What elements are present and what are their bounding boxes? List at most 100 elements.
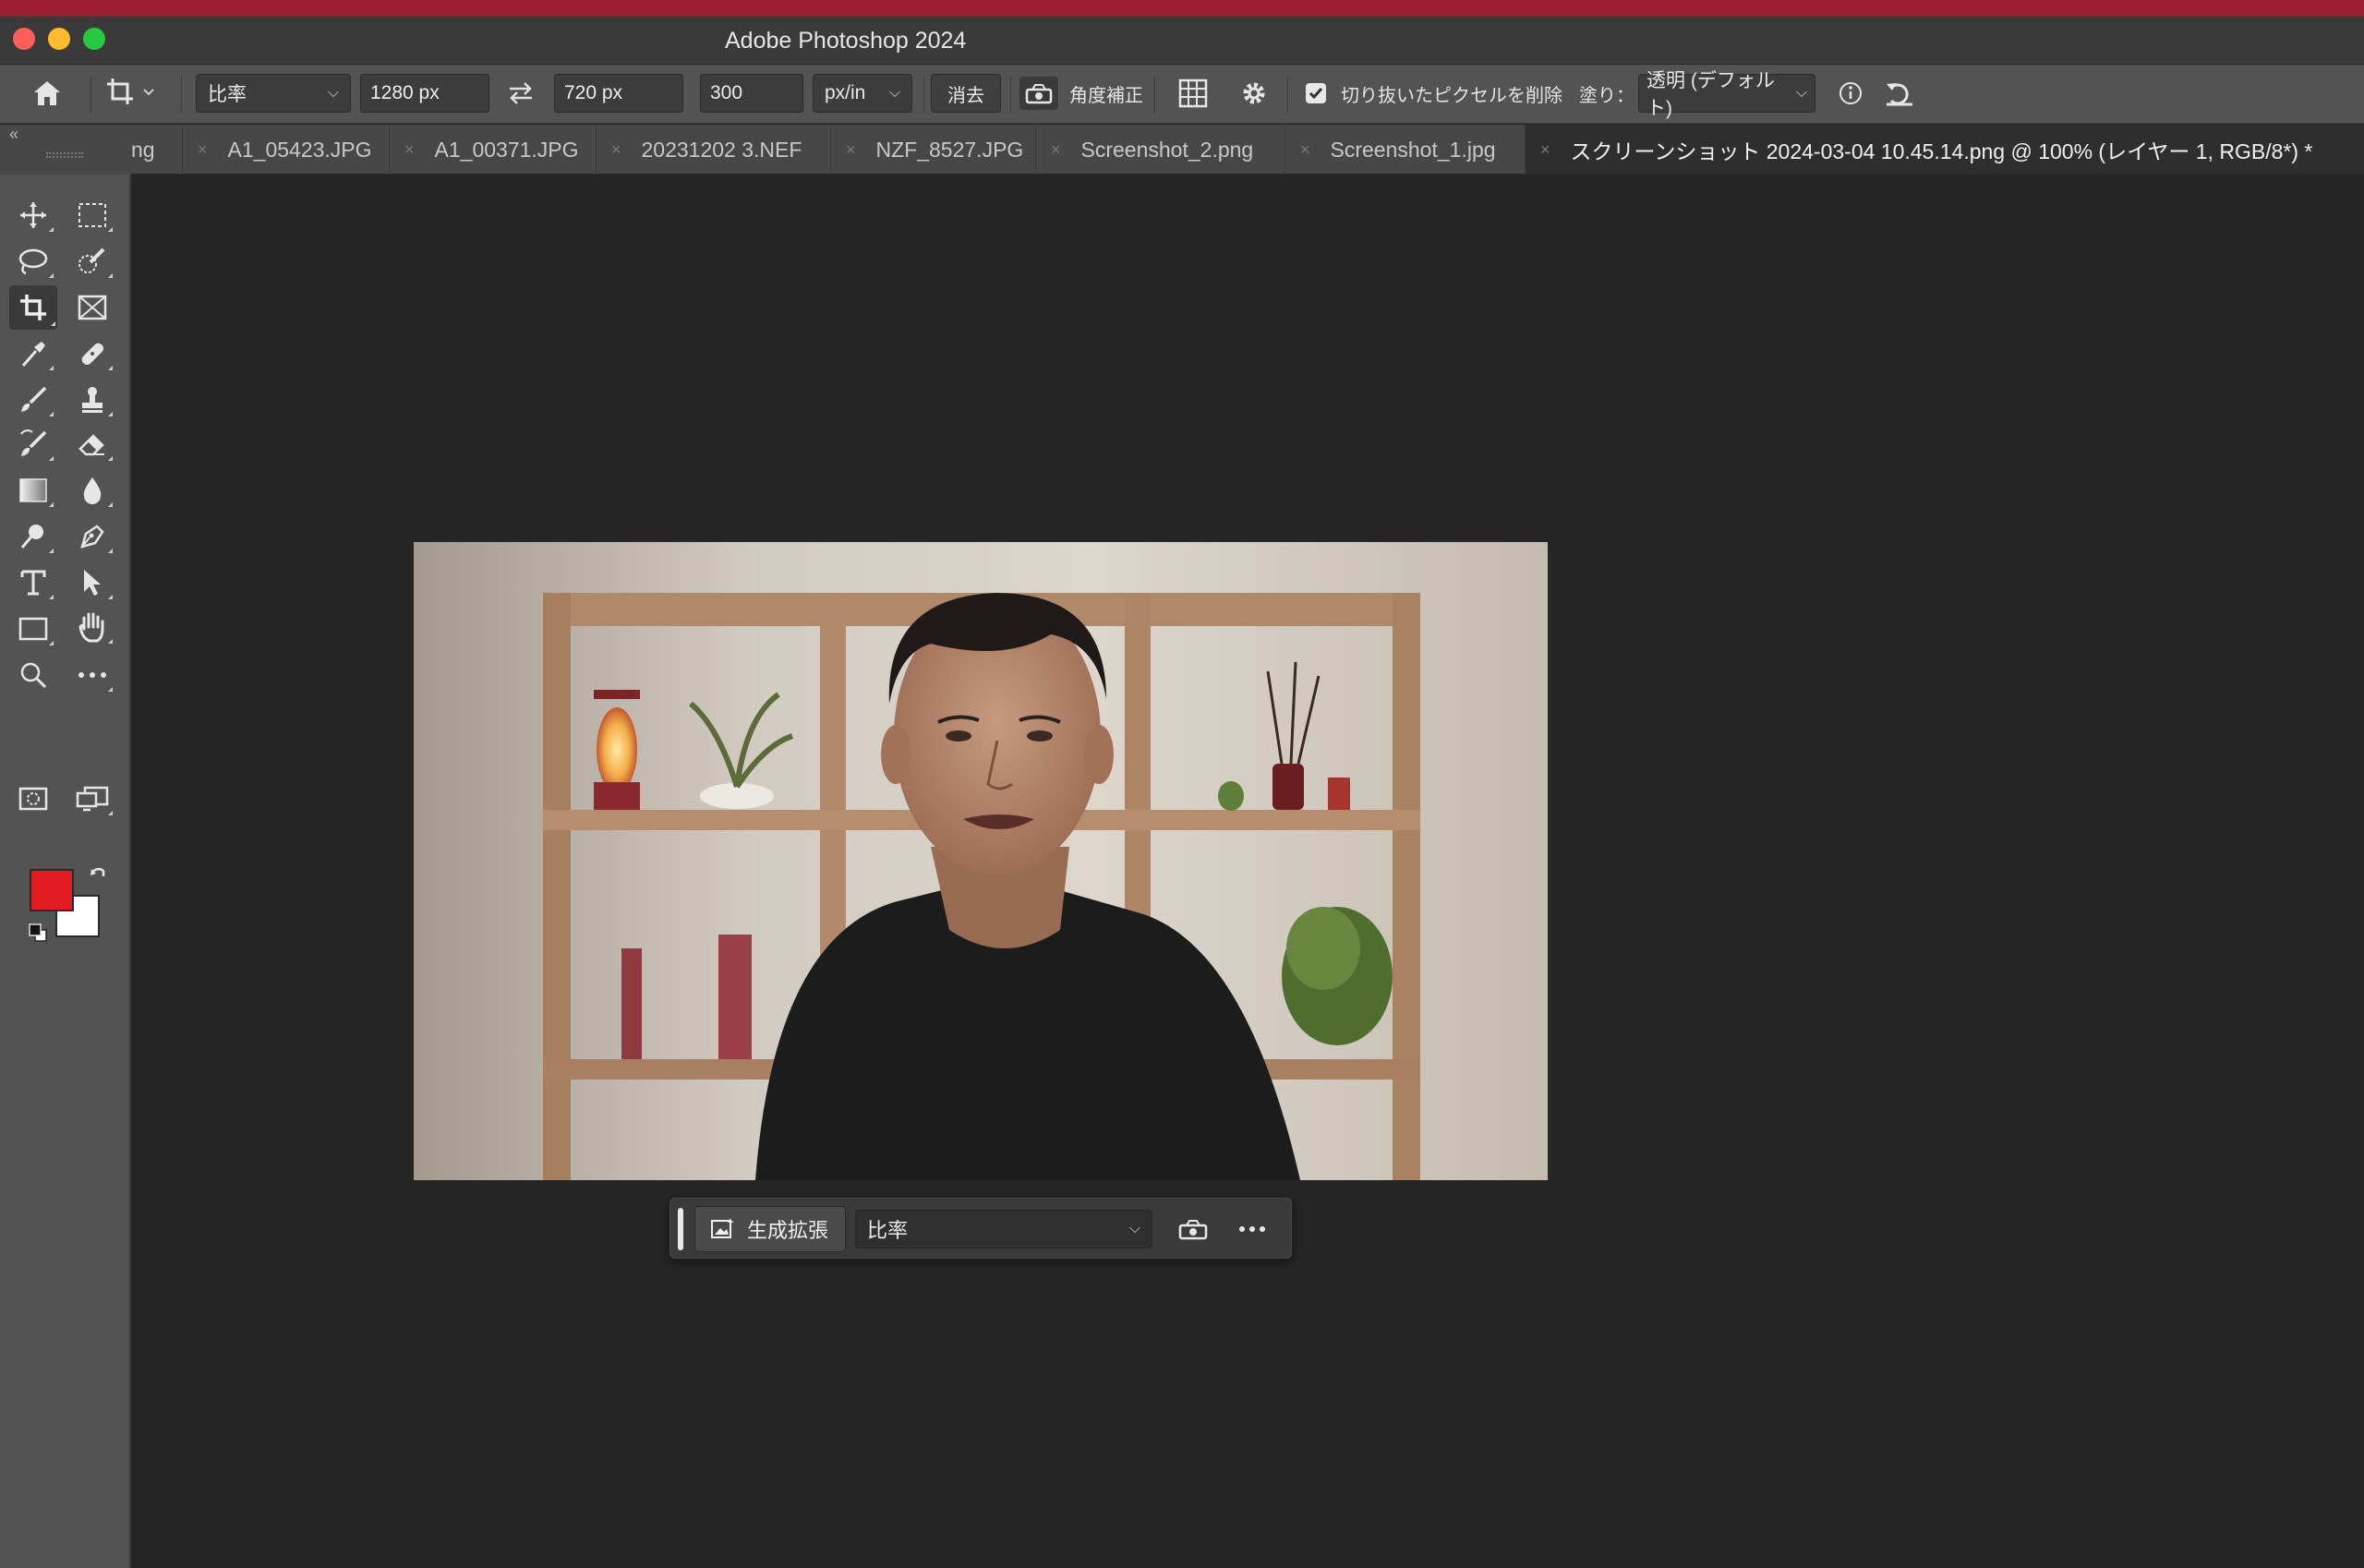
tab-ng[interactable]: ng: [131, 125, 183, 175]
tab-screenshot-2[interactable]: × Screenshot_2.png: [1036, 125, 1285, 175]
chevron-down-icon: ⌵: [1795, 85, 1807, 101]
more-dots-icon: [78, 672, 106, 678]
default-colors-icon[interactable]: [28, 923, 48, 943]
chevron-down-icon: ⌵: [327, 85, 339, 101]
contextual-task-bar: 生成拡張 比率 ⌵: [669, 1198, 1292, 1259]
close-tab-icon[interactable]: ×: [404, 140, 415, 160]
chevron-down-icon: ⌵: [1128, 1221, 1140, 1236]
eyedropper-icon: [21, 342, 45, 367]
tab-active-screenshot[interactable]: × スクリーンショット 2024-03-04 10.45.14.png @ 10…: [1526, 125, 2364, 175]
screen-mode-button[interactable]: [70, 778, 115, 819]
tab-label: 20231202 3.NEF: [641, 137, 802, 162]
move-tool[interactable]: [11, 195, 55, 235]
dodge-tool[interactable]: [11, 516, 55, 557]
move-icon: [20, 202, 46, 228]
resolution-unit-value: px/in: [825, 82, 866, 103]
tools-panel: [0, 175, 131, 1568]
straighten-button[interactable]: 角度補正: [1019, 74, 1143, 113]
resolution-unit-select[interactable]: px/in ⌵: [813, 74, 912, 113]
home-icon[interactable]: [31, 74, 63, 113]
title-bar: Adobe Photoshop 2024: [0, 17, 2364, 65]
close-tab-icon[interactable]: ×: [611, 140, 621, 160]
minimize-window-button[interactable]: [48, 28, 70, 50]
generative-expand-icon: [711, 1218, 734, 1238]
frame-tool[interactable]: [70, 287, 115, 328]
path-selection-tool[interactable]: [70, 562, 115, 603]
type-tool[interactable]: [11, 562, 55, 603]
fill-select-value: 透明 (デフォルト): [1646, 70, 1775, 119]
clear-button[interactable]: 消去: [931, 74, 1001, 113]
gradient-tool[interactable]: [11, 470, 55, 511]
tab-label: A1_05423.JPG: [227, 137, 372, 162]
fill-select[interactable]: 透明 (デフォルト) ⌵: [1638, 70, 1815, 119]
quick-mask-button[interactable]: [11, 778, 55, 819]
blur-tool[interactable]: [70, 470, 115, 511]
gear-icon[interactable]: [1237, 74, 1271, 113]
crop-tool[interactable]: [9, 285, 57, 330]
hand-tool[interactable]: [70, 607, 115, 647]
rectangle-tool[interactable]: [11, 609, 55, 649]
zoom-window-button[interactable]: [83, 28, 105, 50]
taskbar-ratio-select[interactable]: 比率 ⌵: [855, 1210, 1152, 1248]
clone-stamp-tool[interactable]: [70, 380, 115, 420]
document-tabs: ng × A1_05423.JPG × A1_00371.JPG × 20231…: [131, 125, 2364, 175]
bandage-icon: [81, 343, 104, 366]
resolution-field[interactable]: 300: [700, 74, 803, 113]
toolbar-grip[interactable]: [46, 152, 83, 158]
eyedropper-tool[interactable]: [11, 333, 55, 374]
info-icon[interactable]: [1838, 74, 1863, 113]
overlay-grid-icon[interactable]: [1176, 74, 1210, 113]
collapse-toolbar-icon[interactable]: ‹‹: [9, 125, 18, 144]
tab-label: Screenshot_1.jpg: [1330, 137, 1496, 162]
taskbar-ratio-value: 比率: [867, 1219, 909, 1242]
history-brush-tool[interactable]: [11, 424, 55, 464]
crop-ratio-value: 比率: [208, 84, 247, 105]
marquee-tool[interactable]: [70, 195, 115, 235]
close-tab-icon[interactable]: ×: [846, 140, 856, 160]
eraser-tool[interactable]: [70, 424, 115, 464]
pen-tool[interactable]: [70, 516, 115, 557]
tab-nzf-8527[interactable]: × NZF_8527.JPG: [831, 125, 1036, 175]
quick-selection-tool[interactable]: [70, 241, 115, 282]
generative-expand-button[interactable]: 生成拡張: [694, 1206, 846, 1252]
crop-width-field[interactable]: 1280 px: [360, 74, 489, 113]
crop-tool-preset-icon[interactable]: [105, 74, 161, 113]
delete-cropped-label: 切り抜いたピクセルを削除: [1341, 85, 1562, 106]
close-tab-icon[interactable]: ×: [1300, 140, 1310, 160]
taskbar-drag-handle[interactable]: [678, 1208, 683, 1250]
quick-selection-icon: [78, 247, 105, 273]
more-options-icon[interactable]: [1234, 1213, 1271, 1245]
rectangle-icon: [18, 617, 48, 641]
delete-cropped-pixels-toggle[interactable]: 切り抜いたピクセルを削除: [1306, 74, 1562, 113]
brush-tool[interactable]: [11, 380, 55, 420]
close-tab-icon[interactable]: ×: [198, 140, 208, 160]
reset-icon[interactable]: [1884, 74, 1915, 113]
lasso-tool[interactable]: [11, 241, 55, 282]
close-window-button[interactable]: [13, 28, 35, 50]
tab-label: NZF_8527.JPG: [875, 137, 1024, 162]
rectangular-marquee-icon: [78, 203, 106, 227]
healing-brush-tool[interactable]: [70, 333, 115, 374]
tab-a1-00371[interactable]: × A1_00371.JPG: [390, 125, 597, 175]
zoom-tool[interactable]: [11, 655, 55, 695]
delete-cropped-checkbox[interactable]: [1306, 83, 1326, 103]
swap-colors-icon[interactable]: [89, 865, 109, 886]
close-tab-icon[interactable]: ×: [1540, 140, 1550, 160]
edit-toolbar-button[interactable]: [70, 655, 115, 695]
close-tab-icon[interactable]: ×: [1051, 140, 1061, 160]
crop-ratio-select[interactable]: 比率 ⌵: [196, 74, 351, 113]
tab-a1-05423[interactable]: × A1_05423.JPG: [183, 125, 390, 175]
type-icon: [20, 570, 46, 596]
tab-screenshot-1[interactable]: × Screenshot_1.jpg: [1285, 125, 1526, 175]
droplet-icon: [83, 477, 102, 504]
document-image[interactable]: [414, 542, 1548, 1180]
crop-height-field[interactable]: 720 px: [554, 74, 683, 113]
swap-dimensions-icon[interactable]: [506, 74, 536, 113]
pen-icon: [80, 525, 104, 549]
foreground-color-swatch[interactable]: [30, 869, 74, 911]
quick-mask-icon: [18, 787, 48, 811]
straighten-icon: [1019, 77, 1058, 110]
taskbar-straighten-button[interactable]: [1175, 1213, 1212, 1245]
history-brush-icon: [20, 429, 47, 456]
tab-20231202-nef[interactable]: × 20231202 3.NEF: [597, 125, 831, 175]
